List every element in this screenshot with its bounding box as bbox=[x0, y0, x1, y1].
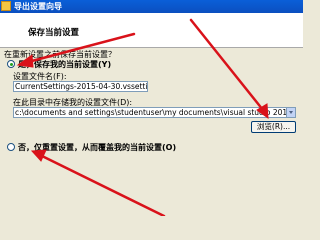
annotation-arrows bbox=[16, 18, 269, 216]
red-annotation-arrow bbox=[30, 149, 166, 216]
red-annotation-arrow bbox=[189, 18, 269, 120]
red-annotation-arrow bbox=[16, 32, 136, 68]
